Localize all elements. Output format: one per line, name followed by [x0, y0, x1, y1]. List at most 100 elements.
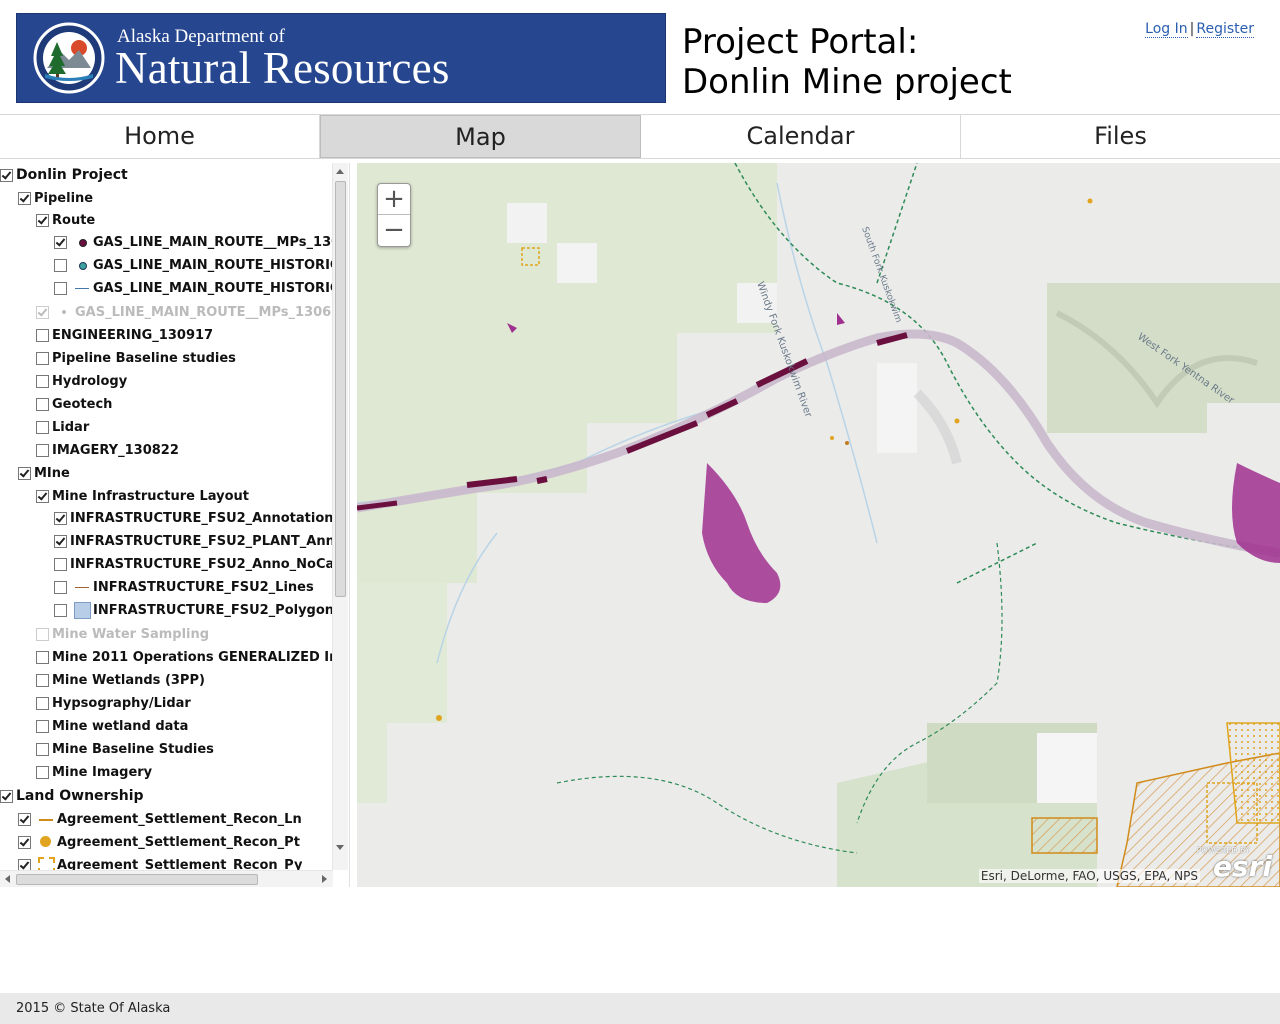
layer-checkbox[interactable]: [0, 789, 13, 803]
tab-files[interactable]: Files: [961, 115, 1280, 158]
layer-row-mine-infrastructure[interactable]: Mine Infrastructure Layout: [36, 486, 249, 506]
layer-checkbox[interactable]: [0, 168, 13, 182]
layer-row-pipeline-baseline[interactable]: Pipeline Baseline studies: [36, 348, 236, 368]
tab-home[interactable]: Home: [0, 115, 320, 158]
layer-label: INFRASTRUCTURE_FSU2_PLANT_Annotation: [70, 533, 333, 549]
layer-row-gas-line-main-route[interactable]: GAS_LINE_MAIN_ROUTE__MPs_130627: [54, 232, 333, 252]
map-canvas[interactable]: Windy Fork Kuskokwim River West Fork Yen…: [357, 163, 1280, 887]
layer-checkbox[interactable]: [36, 397, 49, 411]
layer-checkbox[interactable]: [54, 603, 67, 617]
zoom-in-button[interactable]: +: [378, 184, 410, 214]
layer-row-mine-baseline-studies[interactable]: Mine Baseline Studies: [36, 739, 214, 759]
layer-row-pipeline[interactable]: Pipeline: [18, 188, 93, 208]
layer-row-donlin-project[interactable]: Donlin Project: [0, 165, 128, 185]
layer-checkbox[interactable]: [36, 213, 49, 227]
register-link[interactable]: Register: [1196, 21, 1254, 38]
layer-checkbox[interactable]: [54, 281, 67, 295]
esri-logo[interactable]: esri: [1213, 850, 1272, 883]
layer-checkbox[interactable]: [18, 191, 31, 205]
layer-checkbox[interactable]: [36, 489, 49, 503]
layer-checkbox[interactable]: [54, 534, 67, 548]
layer-row-gas-line-historic-1307[interactable]: GAS_LINE_MAIN_ROUTE_HISTORIC_1307: [54, 278, 333, 298]
layer-row-gas-line-historic-mps[interactable]: GAS_LINE_MAIN_ROUTE_HISTORIC_MPs_: [54, 255, 333, 275]
layer-row-engineering[interactable]: ENGINEERING_130917: [36, 325, 213, 345]
polygon-symbol-icon: [74, 602, 91, 619]
point-symbol-icon: [74, 258, 90, 272]
layer-checkbox[interactable]: [54, 557, 67, 571]
scroll-thumb[interactable]: [335, 181, 346, 597]
layer-label: Route: [52, 212, 96, 228]
layer-checkbox[interactable]: [18, 466, 31, 480]
layer-checkbox[interactable]: [36, 650, 49, 664]
layer-row-hypsography-lidar[interactable]: Hypsography/Lidar: [36, 693, 191, 713]
layer-checkbox[interactable]: [54, 580, 67, 594]
layer-label: Mine 2011 Operations GENERALIZED Infrast…: [52, 649, 333, 665]
layer-row-agreement-pt[interactable]: Agreement_Settlement_Recon_Pt: [18, 832, 300, 852]
tree-horizontal-scrollbar[interactable]: [0, 870, 333, 887]
tab-map[interactable]: Map: [320, 115, 641, 158]
layer-checkbox[interactable]: [54, 258, 67, 272]
layer-row-infra-lines[interactable]: INFRASTRUCTURE_FSU2_Lines: [54, 577, 314, 597]
layer-checkbox[interactable]: [18, 812, 31, 826]
layer-row-mine-2011-operations[interactable]: Mine 2011 Operations GENERALIZED Infrast…: [36, 647, 333, 667]
layer-checkbox[interactable]: [36, 765, 49, 779]
layer-row-agreement-ln[interactable]: Agreement_Settlement_Recon_Ln: [18, 809, 302, 829]
layer-label: Lidar: [52, 419, 90, 435]
layer-tree-panel: Donlin Project Pipeline Route GAS_LINE_M…: [0, 163, 350, 887]
layer-row-agreement-py[interactable]: Agreement_Settlement_Recon_Py: [18, 855, 302, 870]
layer-row-infra-plant-annotation[interactable]: INFRASTRUCTURE_FSU2_PLANT_Annotation: [54, 531, 333, 551]
scroll-down-icon[interactable]: [336, 845, 344, 850]
layer-label: IMAGERY_130822: [52, 442, 179, 458]
line-symbol-icon: [74, 281, 90, 295]
alaska-seal-icon: [33, 22, 105, 94]
scroll-up-icon[interactable]: [336, 169, 344, 174]
layer-row-imagery[interactable]: IMAGERY_130822: [36, 440, 179, 460]
scroll-thumb[interactable]: [16, 874, 258, 885]
layer-checkbox[interactable]: [36, 742, 49, 756]
layer-checkbox[interactable]: [36, 443, 49, 457]
page-title: Project Portal: Donlin Mine project: [682, 22, 1012, 102]
layer-row-gas-line-main-route-disabled: GAS_LINE_MAIN_ROUTE__MPs_130627: [36, 302, 333, 322]
login-link[interactable]: Log In: [1145, 21, 1188, 38]
layer-row-mine[interactable]: MIne: [18, 463, 70, 483]
layer-row-hydrology[interactable]: Hydrology: [36, 371, 127, 391]
scroll-left-icon[interactable]: [5, 875, 10, 883]
layer-row-mine-imagery[interactable]: Mine Imagery: [36, 762, 152, 782]
dnr-logo[interactable]: Alaska Department of Natural Resources: [16, 13, 666, 103]
layer-label: MIne: [34, 465, 70, 481]
layer-checkbox[interactable]: [36, 719, 49, 733]
layer-checkbox[interactable]: [54, 235, 67, 249]
layer-checkbox[interactable]: [36, 351, 49, 365]
layer-row-infra-polygon[interactable]: INFRASTRUCTURE_FSU2_Polygon: [54, 600, 333, 620]
layer-label: Mine Imagery: [52, 764, 153, 780]
layer-checkbox[interactable]: [18, 858, 31, 870]
map-view[interactable]: Windy Fork Kuskokwim River West Fork Yen…: [357, 163, 1280, 887]
zoom-out-button[interactable]: −: [378, 214, 410, 245]
layer-row-geotech[interactable]: Geotech: [36, 394, 112, 414]
footer: 2015 © State Of Alaska: [0, 993, 1280, 1024]
layer-label: Hydrology: [52, 373, 128, 389]
layer-row-lidar[interactable]: Lidar: [36, 417, 89, 437]
layer-row-infra-annotation[interactable]: INFRASTRUCTURE_FSU2_Annotation: [54, 508, 333, 528]
layer-checkbox[interactable]: [36, 673, 49, 687]
layer-row-route[interactable]: Route: [36, 210, 95, 230]
layer-checkbox: [36, 627, 49, 641]
zoom-control: + −: [377, 183, 411, 247]
layer-label: Agreement_Settlement_Recon_Py: [57, 857, 303, 871]
layer-checkbox[interactable]: [54, 511, 67, 525]
layer-checkbox[interactable]: [36, 696, 49, 710]
point-symbol-icon: [74, 235, 90, 249]
layer-checkbox[interactable]: [18, 835, 31, 849]
tab-calendar[interactable]: Calendar: [641, 115, 961, 158]
scroll-right-icon[interactable]: [322, 875, 327, 883]
layer-checkbox[interactable]: [36, 328, 49, 342]
map-attribution: Esri, DeLorme, FAO, USGS, EPA, NPS: [978, 869, 1200, 883]
layer-row-mine-wetlands-3pp[interactable]: Mine Wetlands (3PP): [36, 670, 205, 690]
tree-vertical-scrollbar[interactable]: [332, 163, 348, 870]
layer-row-land-ownership[interactable]: Land Ownership: [0, 786, 144, 806]
layer-row-infra-anno-nocamp[interactable]: INFRASTRUCTURE_FSU2_Anno_NoCamp: [54, 554, 333, 574]
layer-row-mine-wetland-data[interactable]: Mine wetland data: [36, 716, 188, 736]
layer-checkbox[interactable]: [36, 374, 49, 388]
layer-label: GAS_LINE_MAIN_ROUTE__MPs_130627: [75, 304, 333, 320]
layer-checkbox[interactable]: [36, 420, 49, 434]
